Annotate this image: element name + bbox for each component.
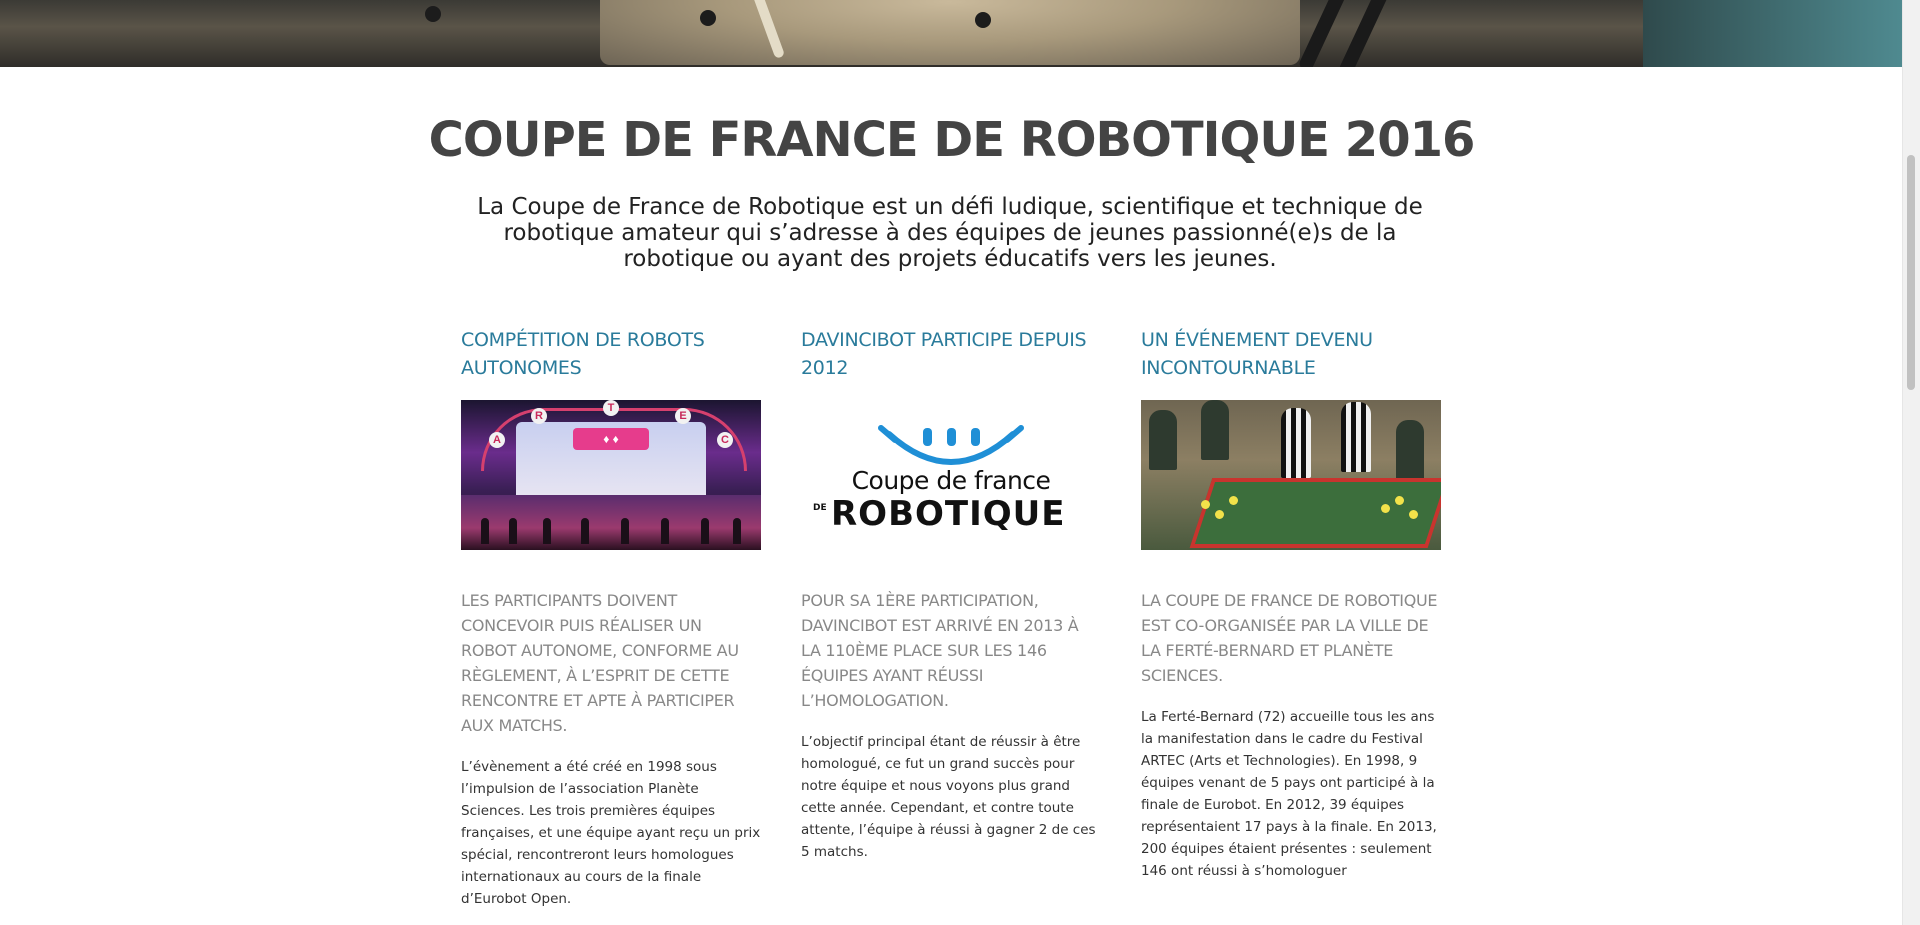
ball-shape xyxy=(1381,504,1390,513)
stage-banner: ♦ ♦ xyxy=(573,428,649,450)
column-heading: DAVINCIBOT PARTICIPE DEPUIS 2012 xyxy=(801,329,1087,379)
column-lead: LA COUPE DE FRANCE DE ROBOTIQUE EST CO-O… xyxy=(1141,591,1438,685)
logo-line-1: Coupe de france xyxy=(851,466,1051,495)
crowd-figure xyxy=(661,518,669,544)
ball-shape xyxy=(1201,500,1210,509)
crowd-figure xyxy=(509,518,517,544)
logo-line-2: ROBOTIQUE xyxy=(831,494,1066,534)
column-heading: COMPÉTITION DE ROBOTS AUTONOMES xyxy=(461,329,705,379)
game-table-shape xyxy=(1189,478,1441,548)
smile-logo-icon xyxy=(878,425,1024,465)
ball-shape xyxy=(1409,510,1418,519)
crowd-figure xyxy=(581,518,589,544)
column-lead: POUR SA 1ÈRE PARTICIPATION, DAVINCIBOT E… xyxy=(801,591,1079,710)
column-body: L’évènement a été créé en 1998 sous l’im… xyxy=(461,759,761,907)
scrollbar-thumb[interactable] xyxy=(1907,155,1915,390)
ball-shape xyxy=(1395,496,1404,505)
column-heading: UN ÉVÉNEMENT DEVENU INCONTOURNABLE xyxy=(1141,329,1373,379)
crowd-figure xyxy=(621,518,629,544)
screw-shape xyxy=(700,10,716,26)
spectator-figure xyxy=(1149,410,1177,470)
column-body: La Ferté-Bernard (72) accueille tous les… xyxy=(1141,709,1437,879)
hero-image xyxy=(0,0,1903,67)
screw-shape xyxy=(975,12,991,28)
banner-letter: R xyxy=(531,408,547,424)
spectator-figure xyxy=(1396,420,1424,480)
robot-table-photo xyxy=(1141,400,1441,550)
hero-teal-area xyxy=(1643,0,1903,67)
crowd-figure xyxy=(701,518,709,544)
spectator-figure xyxy=(1201,400,1229,460)
column-lead: LES PARTICIPANTS DOIVENT CONCEVOIR PUIS … xyxy=(461,591,739,735)
referee-figure xyxy=(1341,402,1371,472)
banner-letter: A xyxy=(489,432,505,448)
feature-column-competition: COMPÉTITION DE ROBOTS AUTONOMES ♦ ♦ A R … xyxy=(461,326,761,910)
logo-prefix: DE xyxy=(813,503,827,513)
banner-letter: E xyxy=(675,408,691,424)
ball-shape xyxy=(1215,510,1224,519)
page-scrollbar[interactable] xyxy=(1902,0,1920,925)
cable-shape xyxy=(1337,0,1397,67)
feature-column-evenement: UN ÉVÉNEMENT DEVENU INCONTOURNABLE LA CO… xyxy=(1141,326,1441,882)
ball-shape xyxy=(1229,496,1238,505)
crowd-figure xyxy=(543,518,551,544)
coupe-de-france-logo-icon: Coupe de france DE ROBOTIQUE xyxy=(801,400,1101,550)
referee-figure xyxy=(1281,408,1311,478)
crowd-figure xyxy=(733,518,741,544)
feature-column-davincibot: DAVINCIBOT PARTICIPE DEPUIS 2012 Coupe d… xyxy=(801,326,1101,863)
column-body: L’objectif principal étant de réussir à … xyxy=(801,734,1096,860)
banner-letter: T xyxy=(603,400,619,416)
stage-floor-shape xyxy=(461,495,761,550)
stage-photo: ♦ ♦ A R T E C xyxy=(461,400,761,550)
banner-letter: C xyxy=(717,432,733,448)
screw-shape xyxy=(425,6,441,22)
crowd-figure xyxy=(481,518,489,544)
page-title: COUPE DE FRANCE DE ROBOTIQUE 2016 xyxy=(428,112,1476,168)
intro-text: La Coupe de France de Robotique est un d… xyxy=(477,194,1423,272)
